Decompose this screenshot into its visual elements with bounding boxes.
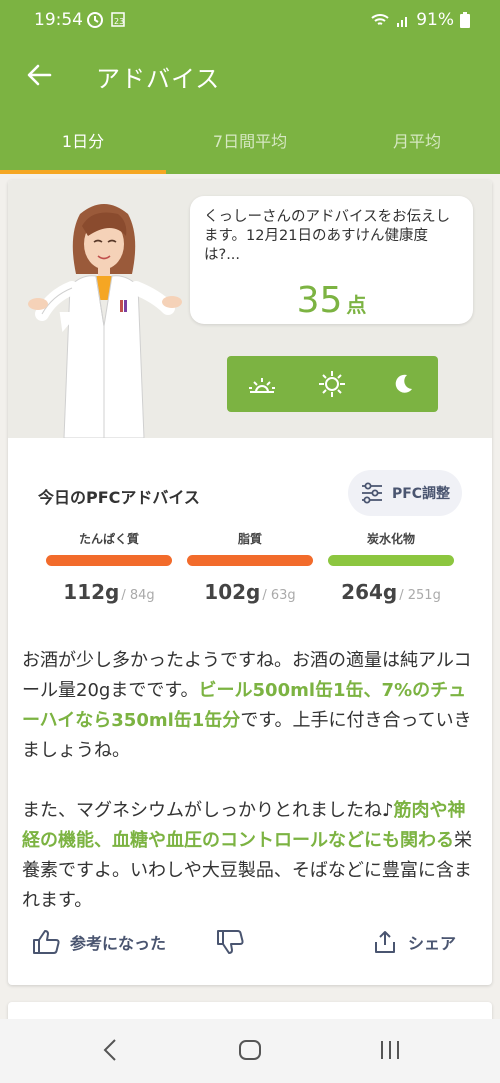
time-of-day-selector bbox=[227, 356, 438, 412]
home-nav-icon[interactable] bbox=[238, 1037, 262, 1063]
share-icon bbox=[375, 931, 395, 953]
nutrient-target: / 63g bbox=[262, 588, 296, 603]
health-score-value: 35 bbox=[296, 280, 343, 321]
breakfast-segment[interactable] bbox=[227, 356, 297, 412]
advice-card: くっしーさんのアドバイスをお伝えします。12月21日のあすけん健康度は?... … bbox=[8, 180, 492, 985]
pfc-advice-title: 今日のPFCアドバイス bbox=[38, 488, 200, 507]
sun-icon bbox=[319, 371, 346, 397]
nutrient-unit: g bbox=[246, 580, 261, 604]
pfc-adjust-button[interactable]: PFC調整 bbox=[348, 470, 462, 516]
nutrient-label: 炭水化物 bbox=[366, 532, 415, 546]
sunrise-icon bbox=[249, 378, 276, 393]
page-title: アドバイス bbox=[96, 65, 221, 93]
nutrient-value: 264 bbox=[341, 580, 383, 604]
nutrient-unit: g bbox=[382, 580, 398, 604]
alarm-clock-icon bbox=[87, 12, 103, 28]
advice-message: くっしーさんのアドバイスをお伝えします。12月21日のあすけん健康度は?... bbox=[204, 209, 451, 263]
helpful-label: 参考になった bbox=[70, 934, 167, 953]
advisor-hero: くっしーさんのアドバイスをお伝えします。12月21日のあすけん健康度は?... … bbox=[8, 180, 492, 438]
health-score: 35 点 bbox=[190, 280, 473, 321]
thumbs-down-icon bbox=[217, 930, 244, 954]
tab-daily[interactable]: 1日分 bbox=[0, 112, 166, 174]
advice-body: お酒が少し多かったようですね。お酒の適量は純アルコール量20gまでです。ビール5… bbox=[22, 646, 480, 916]
nutrient-fat: 脂質 102g/ 63g bbox=[187, 530, 313, 604]
status-bar: 19:54 23 91% bbox=[0, 0, 500, 40]
share-button[interactable]: シェア bbox=[372, 920, 456, 964]
battery-text: 91% bbox=[416, 10, 454, 30]
period-tabs: 1日分 7日間平均 月平均 bbox=[0, 112, 500, 174]
app-bar: アドバイス bbox=[0, 40, 500, 112]
nutrient-carbohydrate: 炭水化物 264g/ 251g bbox=[328, 530, 454, 604]
dinner-segment[interactable] bbox=[368, 356, 438, 412]
nutrient-value: 112 bbox=[63, 580, 106, 604]
not-helpful-button[interactable] bbox=[216, 920, 244, 964]
nutrient-value: 102 bbox=[204, 580, 247, 604]
calendar-icon: 23 bbox=[111, 12, 125, 27]
advice-text: また、マグネシウムがしっかりとれましたね♪ bbox=[22, 800, 394, 821]
back-nav-icon[interactable] bbox=[100, 1037, 120, 1063]
share-label: シェア bbox=[408, 934, 457, 953]
advice-paragraph: お酒が少し多かったようですね。お酒の適量は純アルコール量20gまでです。ビール5… bbox=[22, 646, 480, 766]
lunch-segment[interactable] bbox=[297, 356, 367, 412]
tab-7day-average[interactable]: 7日間平均 bbox=[167, 112, 333, 174]
wifi-icon bbox=[371, 14, 389, 25]
sliders-icon bbox=[361, 482, 382, 504]
thumbs-up-icon bbox=[33, 930, 60, 954]
nutrient-bar bbox=[187, 555, 313, 566]
advice-speech-bubble[interactable]: くっしーさんのアドバイスをお伝えします。12月21日のあすけん健康度は?... … bbox=[190, 196, 473, 324]
health-score-unit: 点 bbox=[346, 293, 367, 317]
svg-text:23: 23 bbox=[114, 17, 124, 26]
helpful-button[interactable]: 参考になった bbox=[32, 920, 166, 964]
active-tab-indicator bbox=[0, 170, 166, 174]
status-time: 19:54 bbox=[34, 10, 83, 30]
feedback-actions: 参考になった シェア bbox=[8, 920, 492, 964]
system-nav-bar bbox=[0, 1019, 500, 1083]
nutrient-bar bbox=[46, 555, 172, 566]
signal-icon bbox=[397, 17, 408, 27]
nutrient-label: たんぱく質 bbox=[78, 532, 139, 546]
arrow-left-icon[interactable] bbox=[24, 60, 54, 90]
moon-icon bbox=[395, 374, 412, 393]
pfc-adjust-label: PFC調整 bbox=[391, 486, 451, 502]
nutrient-target: / 84g bbox=[121, 588, 155, 603]
advisor-character-illustration bbox=[28, 204, 182, 438]
advice-paragraph: また、マグネシウムがしっかりとれましたね♪筋肉や神経の機能、血糖や血圧のコントロ… bbox=[22, 796, 480, 916]
recents-nav-icon[interactable] bbox=[378, 1037, 402, 1063]
nutrient-unit: g bbox=[105, 580, 120, 604]
nutrient-bar bbox=[328, 555, 454, 566]
battery-icon bbox=[460, 12, 470, 28]
tab-monthly-average[interactable]: 月平均 bbox=[334, 112, 500, 174]
nutrient-target: / 251g bbox=[399, 588, 441, 603]
nutrient-label: 脂質 bbox=[237, 532, 262, 546]
nutrient-protein: たんぱく質 112g/ 84g bbox=[46, 530, 172, 604]
